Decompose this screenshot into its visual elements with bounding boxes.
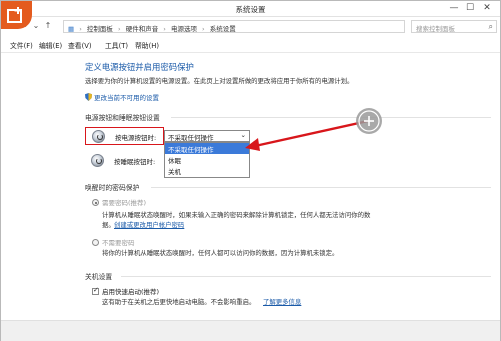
system-settings-window: 系统设置 — ☐ ✕ ← → ⌄ ↑ ▦ › 控制面板 › 硬件和声音 › 电源… bbox=[0, 0, 501, 341]
search-input[interactable]: 搜索控制面板 ⌕ bbox=[411, 20, 497, 33]
uac-shield-icon bbox=[85, 93, 92, 101]
power-section-title: 电源按钮和睡眠按钮设置 bbox=[85, 114, 160, 122]
minimize-button[interactable]: — bbox=[447, 3, 461, 13]
page-description: 选择要为你的计算机设置的电源设置。在此页上对设置所做的更改将应用于你所有的电源计… bbox=[85, 77, 354, 85]
breadcrumb[interactable]: ▦ › 控制面板 › 硬件和声音 › 电源选项 › 系统设置 bbox=[63, 20, 405, 33]
wakeup-section-title: 唤醒时的密码保护 bbox=[85, 184, 140, 192]
power-button-action-value: 不采取任何操作 bbox=[168, 134, 214, 142]
no-password-description: 将你的计算机从睡眠状态唤醒时，任何人都可以访问你的数据，因为计算机未锁定。 bbox=[102, 249, 339, 257]
fast-startup-description: 这有助于在关机之后更快地启动电脑。不会影响重启。 bbox=[102, 298, 256, 306]
learn-more-link[interactable]: 了解更多信息 bbox=[263, 297, 301, 306]
site-logo-icon bbox=[1, 1, 32, 29]
page-title: 定义电源按钮并启用密码保护 bbox=[85, 62, 194, 72]
change-unavailable-settings-link[interactable]: 更改当前不可用的设置 bbox=[85, 92, 159, 102]
menu-edit[interactable]: 编辑(E) bbox=[39, 40, 62, 50]
menu-file[interactable]: 文件(F) bbox=[10, 40, 33, 50]
shutdown-section-title: 关机设置 bbox=[85, 273, 113, 281]
section-divider bbox=[151, 187, 491, 188]
section-divider bbox=[121, 276, 491, 277]
search-placeholder: 搜索控制面板 bbox=[416, 25, 455, 33]
power-button-row: 按电源按钮时: bbox=[85, 127, 164, 145]
menu-tools[interactable]: 工具(T) bbox=[105, 40, 128, 50]
address-bar: ← → ⌄ ↑ ▦ › 控制面板 › 硬件和声音 › 电源选项 › 系统设置 搜… bbox=[1, 18, 500, 36]
annotation-arrow-icon bbox=[245, 108, 382, 151]
require-password-label: 需要密码(推荐) bbox=[102, 199, 147, 207]
require-password-description: 计算机从睡眠状态唤醒时，如果未输入正确的密码来解除计算机锁定，任何人都无法访问你… bbox=[102, 211, 371, 219]
breadcrumb-item-system-settings[interactable]: 系统设置 bbox=[210, 25, 236, 33]
no-password-radio[interactable]: 不需要密码 bbox=[92, 237, 135, 247]
breadcrumb-item-power-options[interactable]: 电源选项 bbox=[171, 25, 197, 33]
fast-startup-label: 启用快速启动(推荐) bbox=[102, 288, 160, 296]
recent-pages-chevron-icon[interactable]: ⌄ bbox=[31, 21, 41, 30]
create-password-link[interactable]: 创建或更改用户帐户密码 bbox=[114, 220, 184, 229]
breadcrumb-item-hardware-sound[interactable]: 硬件和声音 bbox=[126, 25, 159, 33]
menu-view[interactable]: 查看(V) bbox=[68, 40, 92, 50]
dropdown-option-do-nothing[interactable]: 不采取任何操作 bbox=[165, 143, 249, 154]
maximize-button[interactable]: ☐ bbox=[463, 3, 477, 13]
close-button[interactable]: ✕ bbox=[480, 3, 494, 13]
power-button-label: 按电源按钮时: bbox=[115, 134, 157, 142]
change-unavailable-settings-label: 更改当前不可用的设置 bbox=[94, 94, 159, 102]
no-password-label: 不需要密码 bbox=[102, 239, 135, 247]
sleep-button-icon bbox=[91, 154, 104, 167]
dropdown-option-shut-down[interactable]: 关机 bbox=[165, 165, 249, 176]
up-arrow-icon[interactable]: ↑ bbox=[43, 21, 53, 30]
divider bbox=[1, 52, 500, 53]
menu-bar: 文件(F) 编辑(E) 查看(V) 工具(T) 帮助(H) bbox=[1, 38, 500, 51]
control-panel-icon: ▦ bbox=[68, 25, 75, 33]
title-bar: 系统设置 — ☐ ✕ bbox=[1, 1, 500, 17]
sleep-button-label: 按睡眠按钮时: bbox=[114, 158, 156, 166]
power-button-action-select[interactable]: 不采取任何操作 ⌄ bbox=[164, 130, 250, 142]
power-button-action-dropdown: 不采取任何操作 休眠 关机 bbox=[164, 142, 250, 178]
require-password-radio[interactable]: 需要密码(推荐) bbox=[92, 197, 146, 207]
radio-unselected-icon bbox=[92, 239, 99, 246]
footer-bar bbox=[1, 320, 500, 341]
breadcrumb-item-control-panel[interactable]: 控制面板 bbox=[87, 25, 113, 33]
menu-help[interactable]: 帮助(H) bbox=[135, 40, 159, 50]
checkbox-checked-icon bbox=[92, 286, 99, 295]
sleep-button-row: 按睡眠按钮时: bbox=[85, 152, 164, 170]
fast-startup-checkbox[interactable]: 启用快速启动(推荐) bbox=[92, 286, 159, 296]
search-icon[interactable]: ⌕ bbox=[489, 22, 493, 32]
dropdown-option-hibernate[interactable]: 休眠 bbox=[165, 154, 249, 165]
radio-selected-icon bbox=[92, 199, 99, 206]
require-password-description-cont: 据。 bbox=[102, 221, 115, 229]
window-title: 系统设置 bbox=[235, 5, 266, 14]
power-button-icon bbox=[92, 130, 105, 143]
